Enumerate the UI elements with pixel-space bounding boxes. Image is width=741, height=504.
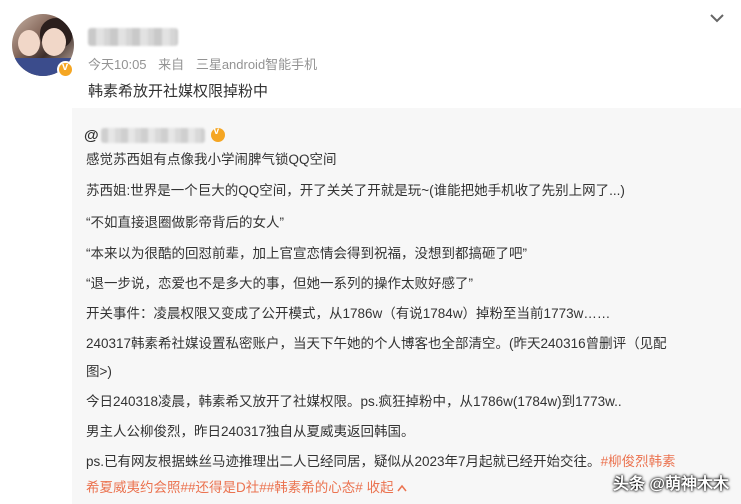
repost-line: 240317韩素希社媒设置私密账户，当天下午她的个人博客也全部清空。(昨天240… [86,336,667,351]
repost-line: 男主人公柳俊烈，昨日240317独自从夏威夷返回韩国。 [86,424,415,439]
post-source: 三星android智能手机 [195,57,318,72]
chevron-up-icon [397,484,407,492]
collapse-link[interactable]: 收起 [367,480,408,495]
verified-badge-icon [57,61,74,78]
repost-line: 今日240318凌晨，韩素希又放开了社媒权限。ps.疯狂掉粉中，从1786w(1… [86,394,622,409]
post-meta: 今天10:05 来自 三星android智能手机 [88,54,325,73]
source-prefix: 来自 [158,57,185,72]
username-redacted[interactable] [88,28,178,46]
verified-badge-icon [210,126,225,142]
avatar-face-left [18,30,40,56]
repost-box[interactable]: @ 感觉苏西姐有点像我小学闹脾气锁QQ空间 苏西姐:世界是一个巨大的QQ空间，开… [72,108,741,504]
repost-line-with-tag: ps.已有网友根据蛛丝马迹推理出二人已经同居，疑似从2023年7月起就已经开始交… [86,452,676,472]
avatar-face-right [42,28,66,56]
hashtag-link[interactable]: #韩素希的心态# [267,480,363,495]
watermark: 头条 @萌神木木 [612,476,729,493]
repost-line: “不如直接退圈做影帝背后的女人” [86,215,284,230]
repost-line: 苏西姐:世界是一个巨大的QQ空间，开了关关了开就是玩~(谁能把她手机收了先别上网… [86,183,625,198]
repost-tags-line: 希夏威夷约会照##还得是D社##韩素希的心态# 收起 [86,478,407,498]
repost-line: 开关事件：凌晨权限又变成了公开模式，从1786w（有说1784w）掉粉至当前17… [86,306,611,321]
post-header: 今天10:05 来自 三星android智能手机 韩素希放开社媒权限掉粉中 [0,0,741,110]
chevron-down-icon[interactable] [707,10,727,26]
repost-line: “本来以为很酷的回怼前辈，加上官宣恋情会得到祝福，没想到都搞砸了吧” [86,246,527,261]
repost-line: 图>) [86,364,112,379]
repost-line-text: ps.已有网友根据蛛丝马迹推理出二人已经同居，疑似从2023年7月起就已经开始交… [86,454,601,469]
quoted-user[interactable]: @ [84,125,225,145]
quoted-username-redacted[interactable] [100,127,205,143]
repost-line: “退一步说，恋爱也不是多大的事，但她一系列的操作太败好感了” [86,276,473,291]
hashtag-link[interactable]: 希夏威夷约会照# [86,480,188,495]
post-time[interactable]: 今天10:05 [88,57,147,72]
hashtag-link[interactable]: #还得是D社# [188,480,267,495]
at-symbol: @ [84,126,99,144]
collapse-label: 收起 [366,480,394,495]
post-text: 韩素希放开社媒权限掉粉中 [88,83,269,100]
hashtag-link[interactable]: #柳俊烈韩素 [601,454,676,469]
repost-line: 感觉苏西姐有点像我小学闹脾气锁QQ空间 [86,152,337,167]
